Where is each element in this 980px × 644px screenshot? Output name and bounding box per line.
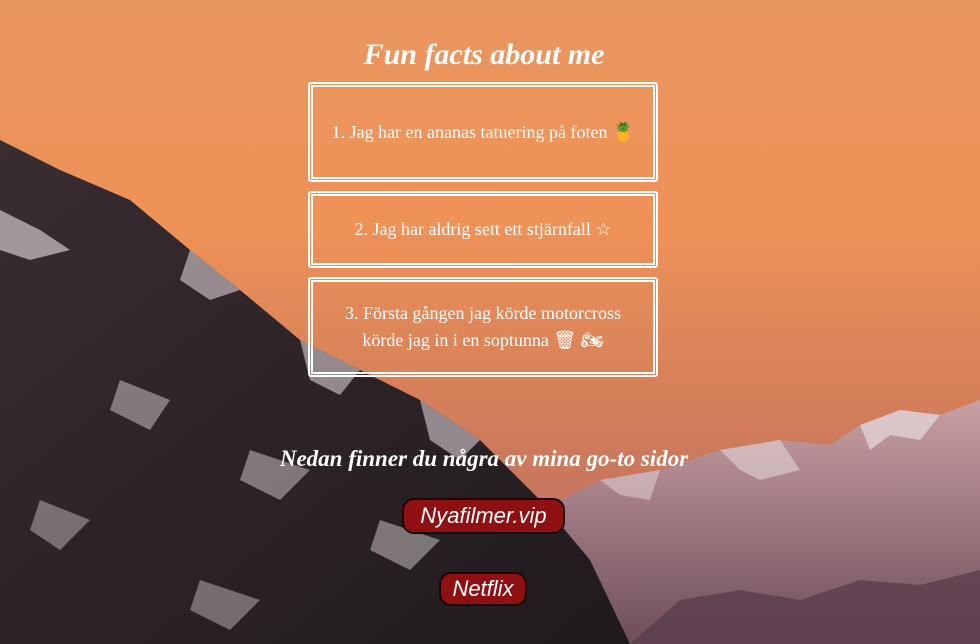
fact-box-3: 3. Första gången jag körde motorcross kö… xyxy=(308,277,658,377)
page-title: Fun facts about me xyxy=(363,38,605,71)
fact-text-3: 3. Första gången jag körde motorcross kö… xyxy=(345,303,621,350)
fact-text-1: 1. Jag har en ananas tatuering på foten … xyxy=(331,121,635,142)
nyafilmer-link-button[interactable]: Nyafilmer.vip xyxy=(402,498,565,534)
fact-box-1: 1. Jag har en ananas tatuering på foten … xyxy=(308,82,658,182)
fact-box-2: 2. Jag har aldrig sett ett stjärnfall ☆ xyxy=(308,191,658,268)
page-content: Fun facts about me 1. Jag har en ananas … xyxy=(0,0,980,644)
fact-text-2: 2. Jag har aldrig sett ett stjärnfall ☆ xyxy=(354,219,612,239)
links-heading: Nedan finner du några av mina go-to sido… xyxy=(279,446,689,471)
netflix-link-button[interactable]: Netflix xyxy=(439,572,527,606)
